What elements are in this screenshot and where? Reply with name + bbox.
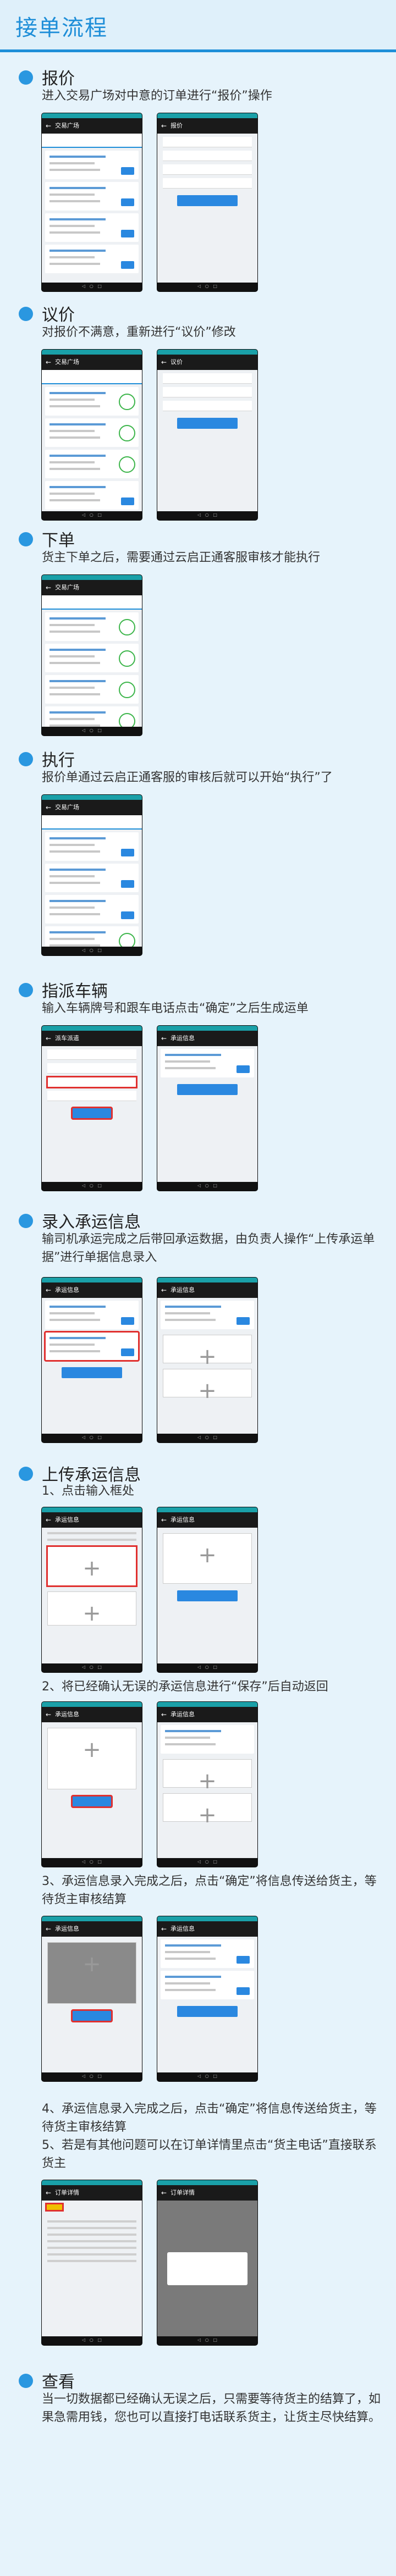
phone-screenshot-upload-step1-b: 承运信息	[157, 1507, 257, 1672]
section-step1: 1、点击输入框处	[42, 1484, 134, 1498]
section-desc: 进入交易广场对中意的订单进行“报价”操作	[42, 89, 272, 103]
phone-screenshot-assign-result: 承运信息	[157, 1026, 257, 1191]
section-title: 报价	[42, 69, 75, 89]
phone-screenshot-upload-step2-b: 承运信息	[157, 1702, 257, 1867]
section-step5: 5、若是有其他问题可以在订单详情里点击“货主电话”直接联系货主	[42, 2138, 377, 2170]
bullet-icon	[19, 532, 33, 546]
section-step3: 3、承运信息录入完成之后，点击“确定”将信息传送给货主，等待货主审核结算	[42, 1875, 377, 1906]
section-desc: 输司机承运完成之后带回承运数据，由负责人操作“上传承运单据”进行单据信息录入	[42, 1232, 375, 1264]
section-view: 查看 当一切数据都已经确认无误之后，只需要等待货主的结算了，如果急需用钱，您也可…	[0, 2364, 396, 2474]
section-step2: 2、将已经确认无误的承运信息进行“保存”后自动返回	[42, 1680, 328, 1694]
section-desc: 输入车辆牌号和跟车电话点击“确定”之后生成运单	[42, 1002, 309, 1015]
phone-screenshot-upload-step3-b: 承运信息	[157, 1916, 257, 2081]
section-step4: 4、承运信息录入完成之后，点击“确定”将信息传送给货主，等待货主审核结算	[42, 2102, 377, 2134]
bullet-icon	[19, 1214, 33, 1228]
section-quote: 报价 进入交易广场对中意的订单进行“报价”操作 交易广场 报价	[0, 60, 396, 313]
section-desc: 货主下单之后，需要通过云启正通客服审核才能执行	[42, 551, 321, 565]
bullet-icon	[19, 752, 33, 766]
phone-screenshot-bargain-list: 交易广场	[42, 350, 142, 520]
header-divider	[0, 49, 396, 52]
phone-screenshot-upload-step2-a: 承运信息	[42, 1702, 142, 1867]
phone-screenshot-upload-step3-a: 承运信息	[42, 1916, 142, 2081]
section-bargain: 议价 对报价不满意，重新进行“议价”修改 交易广场 议价	[0, 297, 396, 539]
phone-screenshot-upload-step1-a: 承运信息	[42, 1507, 142, 1672]
phone-screenshot-shipping-list: 承运信息	[42, 1278, 142, 1442]
phone-screenshot-call-dialog: 订单详情	[157, 2180, 257, 2345]
bullet-icon	[19, 70, 33, 85]
section-enter-shipping-info: 录入承运信息 输司机承运完成之后带回承运数据，由负责人操作“上传承运单据”进行单…	[0, 1204, 396, 1457]
section-title: 指派车辆	[42, 982, 108, 1001]
section-desc: 报价单通过云启正通客服的审核后就可以开始“执行”了	[42, 771, 333, 784]
page-header: 接单流程	[0, 0, 396, 53]
section-upload-shipping-info: 上传承运信息 1、点击输入框处 承运信息 承运信息 2、将已经确认无误的承运信息…	[0, 1457, 396, 2358]
section-title: 执行	[42, 751, 75, 770]
section-assign-vehicle: 指派车辆 输入车辆牌号和跟车电话点击“确定”之后生成运单 派车派遣 承运信息	[0, 973, 396, 1198]
phone-screenshot-bargain-form: 议价	[157, 350, 257, 520]
bullet-icon	[19, 307, 33, 321]
section-title: 查看	[42, 2373, 75, 2392]
phone-screenshot-quote-list: 交易广场	[42, 113, 142, 291]
phone-screenshot-shipping-upload: 承运信息	[157, 1278, 257, 1442]
phone-screenshot-quote-form: 报价	[157, 113, 257, 291]
section-title: 下单	[42, 531, 75, 550]
bullet-icon	[19, 1467, 33, 1481]
phone-screenshot-order-list: 交易广场	[42, 575, 142, 736]
bullet-icon	[19, 2374, 33, 2388]
section-title: 议价	[42, 306, 75, 325]
section-execute: 执行 报价单通过云启正通客服的审核后就可以开始“执行”了 交易广场	[0, 742, 396, 968]
section-title: 录入承运信息	[42, 1213, 141, 1232]
phone-screenshot-execute-list: 交易广场	[42, 795, 142, 955]
section-order: 下单 货主下单之后，需要通过云启正通客服审核才能执行 交易广场	[0, 522, 396, 748]
section-desc: 当一切数据都已经确认无误之后，只需要等待货主的结算了，如果急需用钱，您也可以直接…	[42, 2392, 381, 2424]
phone-screenshot-order-detail: 订单详情	[42, 2180, 142, 2345]
section-desc: 对报价不满意，重新进行“议价”修改	[42, 325, 236, 339]
bullet-icon	[19, 983, 33, 997]
phone-screenshot-assign-form: 派车派遣	[42, 1026, 142, 1191]
page-title: 接单流程	[15, 15, 108, 41]
